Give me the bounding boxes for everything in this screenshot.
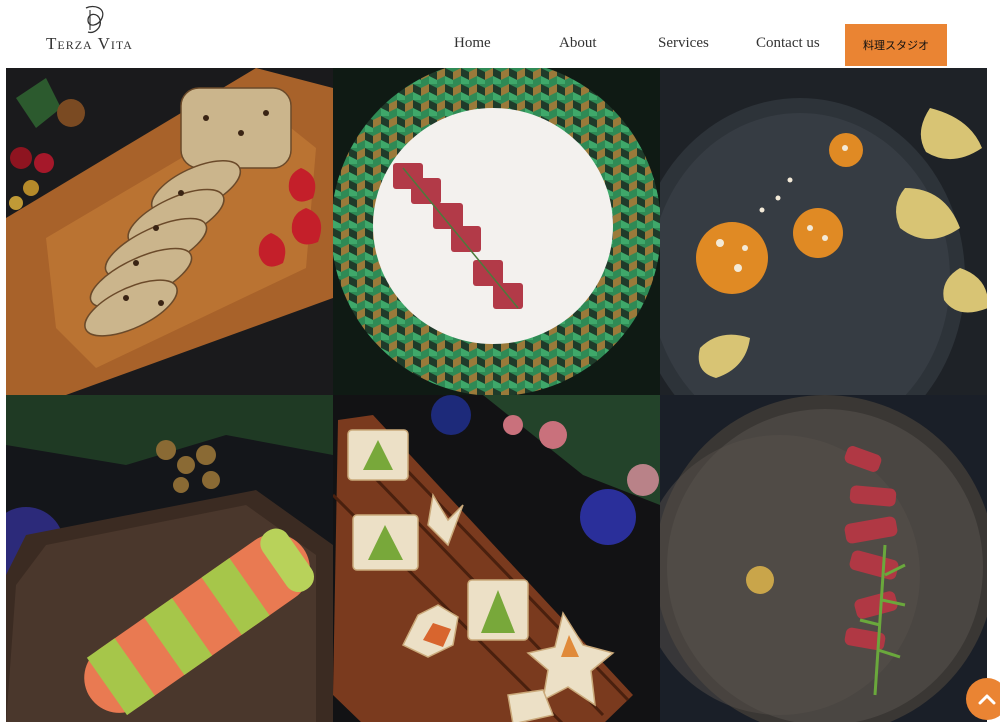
- scroll-to-top-button[interactable]: [966, 678, 1000, 720]
- nav-contact[interactable]: Contact us: [756, 35, 820, 52]
- gallery-tile-sandwiches[interactable]: [333, 395, 660, 722]
- gallery-tile-beef[interactable]: [660, 395, 987, 722]
- gallery-tile-tuna[interactable]: [333, 68, 660, 395]
- brand-logo[interactable]: Terza Vita: [46, 4, 156, 60]
- salmon-roll-image: [6, 395, 333, 722]
- fruit-cake-image: [6, 68, 333, 395]
- gallery-tile-salmon-roll[interactable]: [6, 395, 333, 722]
- logo-monogram-icon: [85, 5, 104, 34]
- tuna-plate-image: [333, 68, 660, 395]
- site-header: Terza Vita Home About Services Contact u…: [0, 0, 1000, 68]
- nav-about[interactable]: About: [559, 35, 597, 52]
- gallery-tile-pumpkin[interactable]: [660, 68, 987, 395]
- pumpkin-plate-image: [660, 68, 987, 395]
- chevron-up-icon: [978, 694, 996, 705]
- brand-name: Terza Vita: [46, 34, 133, 53]
- nav-home[interactable]: Home: [454, 35, 491, 52]
- nav-services[interactable]: Services: [658, 35, 709, 52]
- beef-plate-image: [660, 395, 987, 722]
- photo-gallery: [6, 68, 988, 724]
- gallery-tile-fruit-cake[interactable]: [6, 68, 333, 395]
- sandwiches-image: [333, 395, 660, 722]
- cooking-studio-button[interactable]: 料理スタジオ: [845, 24, 947, 66]
